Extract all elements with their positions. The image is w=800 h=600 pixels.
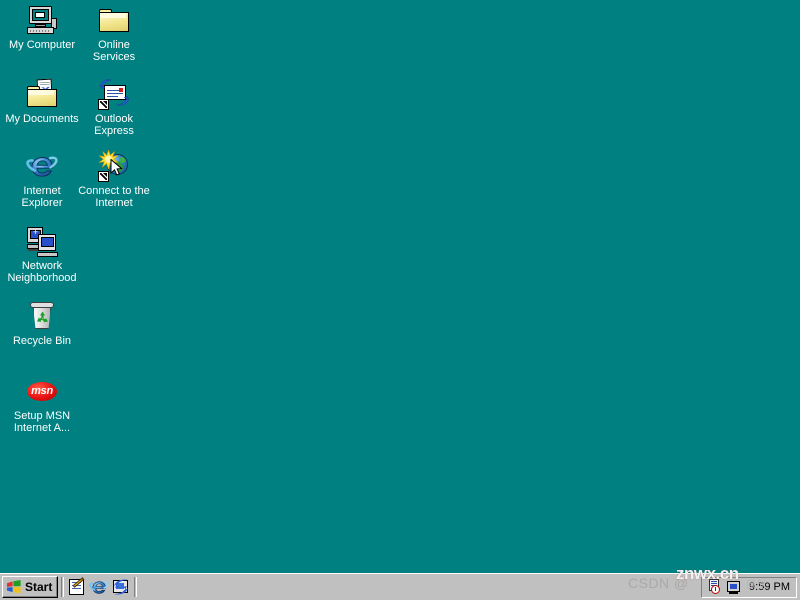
quick-launch-view-channels[interactable] <box>111 577 131 597</box>
swoosh-arrow-icon <box>114 579 129 595</box>
desktop-icon-label: Connect to the Internet <box>78 185 150 209</box>
taskbar-separator <box>134 577 138 597</box>
desktop-icon-label: Online Services <box>92 39 136 63</box>
desktop-icon-my-documents[interactable]: My Documents <box>4 78 80 125</box>
swoosh-arrow-icon <box>116 96 130 106</box>
desktop-icon-label: Internet Explorer <box>21 185 63 209</box>
start-button-label: Start <box>25 580 53 594</box>
taskbar-clock[interactable]: 9:59 PM <box>745 581 792 593</box>
desktop-icon-label: Outlook Express <box>94 113 134 137</box>
desktop-icon-online-services[interactable]: Online Services <box>76 4 152 63</box>
quick-launch-bar[interactable] <box>67 577 131 597</box>
taskbar[interactable]: Start 9:59 PM <box>0 573 800 600</box>
desktop-surface[interactable]: My Computer Online Services My Documents <box>0 0 800 573</box>
windows-flag-icon <box>7 580 21 594</box>
swoosh-arrow-icon <box>99 79 112 89</box>
desktop-icon-recycle-bin[interactable]: Recycle Bin <box>4 300 80 347</box>
desktop-icon-label: Setup MSN Internet A... <box>13 410 71 434</box>
folder-icon <box>98 4 130 36</box>
desktop-icon-outlook-express[interactable]: Outlook Express <box>76 78 152 137</box>
system-tray[interactable]: 9:59 PM <box>701 576 797 598</box>
desktop-icon-label: My Computer <box>8 39 76 51</box>
cursor-arrow-icon <box>110 159 123 176</box>
desktop-icon-connect-to-the-internet[interactable]: Connect to the Internet <box>76 150 152 209</box>
network-status-icon[interactable] <box>726 579 742 595</box>
ie-e-icon <box>26 150 58 182</box>
shortcut-overlay-icon <box>98 171 109 182</box>
recycle-bin-icon <box>26 300 58 332</box>
ie-e-icon <box>89 581 110 594</box>
desktop-icon-label: My Documents <box>5 113 79 125</box>
msn-logo-text: msn <box>31 385 53 397</box>
globe-cursor-icon <box>98 150 130 182</box>
quick-launch-internet-explorer[interactable] <box>89 577 110 597</box>
documents-folder-icon <box>26 78 58 110</box>
quick-launch-show-desktop[interactable] <box>67 577 87 597</box>
desktop-icon-label: Recycle Bin <box>12 335 72 347</box>
computer-icon <box>26 4 58 36</box>
recycle-arrows-icon <box>37 311 48 323</box>
desktop-icon-label: Network Neighborhood <box>7 260 77 284</box>
start-button[interactable]: Start <box>2 576 59 598</box>
msn-icon: msn <box>26 375 58 407</box>
shortcut-overlay-icon <box>98 99 109 110</box>
envelope-icon <box>98 78 130 110</box>
taskbar-separator <box>61 577 65 597</box>
desktop-icon-my-computer[interactable]: My Computer <box>4 4 80 51</box>
network-icon <box>26 225 58 257</box>
scheduled-tasks-icon[interactable] <box>707 579 723 595</box>
desktop-icon-setup-msn[interactable]: msn Setup MSN Internet A... <box>4 375 80 434</box>
desktop-icon-network-neighborhood[interactable]: Network Neighborhood <box>4 225 80 284</box>
desktop-icon-internet-explorer[interactable]: Internet Explorer <box>4 150 80 209</box>
